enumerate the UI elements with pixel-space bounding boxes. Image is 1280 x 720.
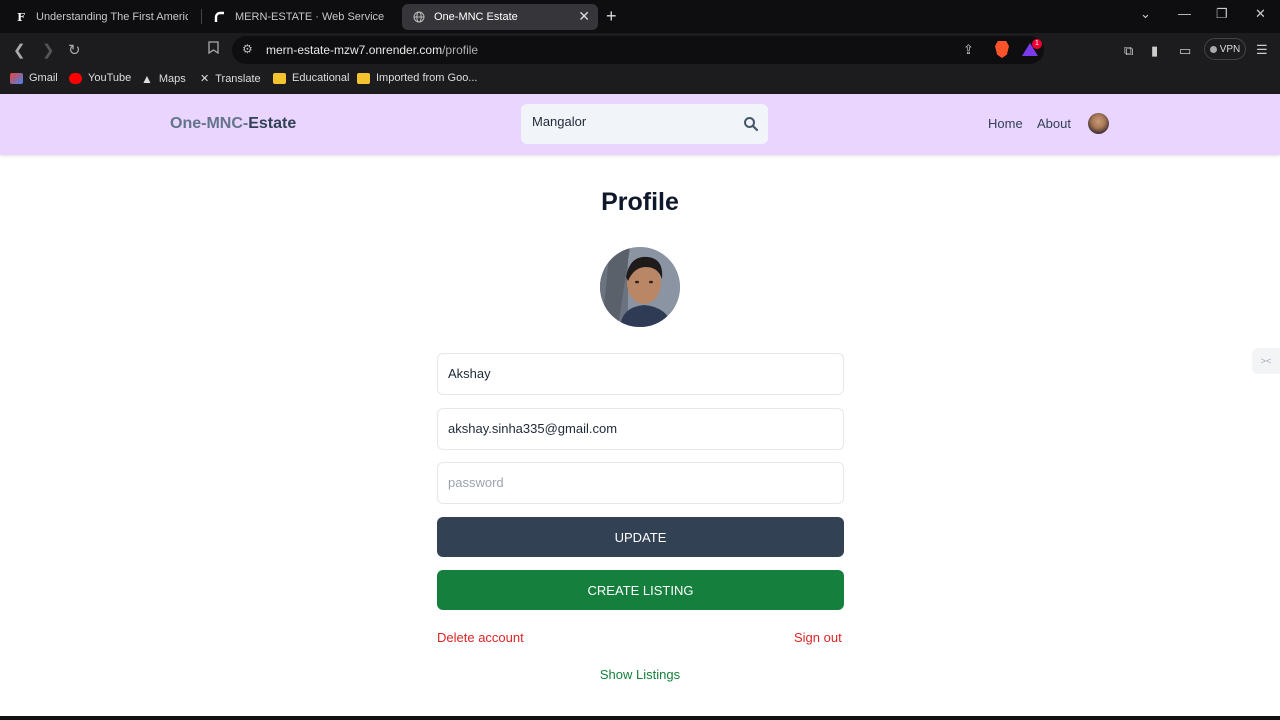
tab-label: Understanding The First American Fi: [36, 11, 188, 23]
password-input[interactable]: [448, 475, 828, 490]
update-button[interactable]: UPDATE: [437, 517, 844, 557]
youtube-icon: [69, 72, 82, 84]
nav-about-link[interactable]: About: [1037, 116, 1071, 131]
bookmark-label: YouTube: [88, 72, 132, 84]
search-form: [521, 104, 768, 144]
tab-mern-estate-render[interactable]: MERN-ESTATE · Web Service · Rend: [203, 4, 397, 30]
bookmark-translate[interactable]: ✕ Translate: [200, 72, 261, 86]
restore-icon[interactable]: ❐: [1216, 6, 1228, 22]
render-icon: [213, 10, 227, 24]
globe-icon: [412, 10, 426, 24]
side-extension-widget-icon[interactable]: ><: [1252, 348, 1280, 374]
username-field-wrapper: [437, 353, 844, 395]
gmail-icon: [10, 72, 23, 84]
bookmark-educational[interactable]: Educational: [273, 72, 350, 84]
sign-out-link[interactable]: Sign out: [794, 630, 842, 645]
close-tab-icon[interactable]: ✕: [578, 8, 590, 25]
profile-avatar[interactable]: [600, 247, 680, 327]
tab-search-chevron-icon[interactable]: ⌄: [1140, 6, 1151, 22]
bookmark-youtube[interactable]: YouTube: [69, 72, 131, 84]
folder-icon: [357, 72, 370, 84]
tab-label: One-MNC Estate: [434, 11, 518, 23]
address-bar[interactable]: ⚙ mern-estate-mzw7.onrender.com/profile …: [232, 36, 1044, 64]
vpn-button[interactable]: VPN: [1204, 38, 1246, 60]
bookmark-label: Translate: [215, 72, 261, 85]
email-field-wrapper: [437, 408, 844, 450]
rewards-badge: 1: [1032, 39, 1042, 49]
password-field-wrapper: [437, 462, 844, 504]
wallet-icon[interactable]: ▭: [1179, 43, 1191, 59]
header-avatar[interactable]: [1088, 113, 1109, 134]
minimize-icon[interactable]: —: [1178, 6, 1191, 21]
logo-part-one: One-MNC-: [170, 115, 249, 132]
nav-home-link[interactable]: Home: [988, 116, 1023, 131]
tab-one-mnc-estate[interactable]: One-MNC Estate ✕: [402, 4, 598, 30]
close-window-icon[interactable]: ✕: [1255, 6, 1266, 22]
vpn-status-icon: [1209, 45, 1217, 53]
email-input[interactable]: [448, 421, 828, 436]
new-tab-icon[interactable]: +: [606, 6, 617, 27]
bookmark-label: Maps: [158, 73, 186, 85]
tab-favicon-f: F: [17, 10, 25, 24]
search-icon[interactable]: [743, 116, 759, 132]
bookmark-icon[interactable]: [208, 41, 219, 58]
translate-icon: ✕: [200, 73, 210, 85]
vpn-label: VPN: [1219, 43, 1241, 55]
url-path: /profile: [442, 43, 479, 57]
forward-icon[interactable]: ❯: [42, 41, 55, 59]
bookmarks-bar: Gmail YouTube ▲ Maps ✕ Translate Education…: [0, 67, 1280, 94]
url-host: mern-estate-mzw7.onrender.com: [266, 43, 443, 57]
sidebar-icon[interactable]: ▮: [1151, 43, 1158, 59]
site-header: One-MNC-Estate Home About: [0, 94, 1280, 155]
browser-toolbar: ❮ ❯ ↻ ⚙ mern-estate-mzw7.onrender.com/pr…: [0, 33, 1280, 67]
maps-icon: ▲: [141, 72, 153, 86]
page-title: Profile: [601, 188, 679, 216]
bookmark-label: Educational: [292, 72, 350, 84]
delete-account-link[interactable]: Delete account: [437, 630, 524, 645]
brave-shields-icon[interactable]: [995, 41, 1009, 58]
menu-icon[interactable]: ☰: [1256, 42, 1268, 58]
tab-label: MERN-ESTATE · Web Service · Rend: [235, 11, 387, 23]
bookmark-maps[interactable]: ▲ Maps: [141, 72, 186, 86]
show-listings-link: Show Listings: [0, 667, 1280, 682]
taskbar-edge: [0, 716, 1280, 720]
back-icon[interactable]: ❮: [13, 41, 26, 59]
bookmark-gmail[interactable]: Gmail: [10, 72, 58, 84]
bookmark-label: Gmail: [29, 72, 58, 84]
reload-icon[interactable]: ↻: [68, 41, 81, 59]
folder-icon: [273, 72, 286, 84]
url-text[interactable]: mern-estate-mzw7.onrender.com/profile: [266, 43, 478, 57]
browser-tab-bar: F Understanding The First American Fi ME…: [0, 0, 1280, 33]
site-logo[interactable]: One-MNC-Estate: [170, 115, 296, 133]
username-input[interactable]: [448, 366, 828, 381]
site-settings-icon[interactable]: ⚙: [242, 42, 253, 56]
search-input[interactable]: [532, 114, 732, 129]
share-icon[interactable]: ⇪: [963, 42, 974, 58]
bookmark-label: Imported from Goo...: [376, 72, 478, 84]
create-listing-button[interactable]: CREATE LISTING: [437, 570, 844, 610]
extensions-icon[interactable]: ⧉: [1124, 43, 1133, 59]
logo-part-two: Estate: [248, 115, 297, 132]
tab-separator: [201, 9, 202, 24]
tab-first-american[interactable]: F Understanding The First American Fi: [4, 4, 198, 30]
show-listings-label[interactable]: Show Listings: [600, 667, 680, 682]
bookmark-imported[interactable]: Imported from Goo...: [357, 72, 477, 84]
